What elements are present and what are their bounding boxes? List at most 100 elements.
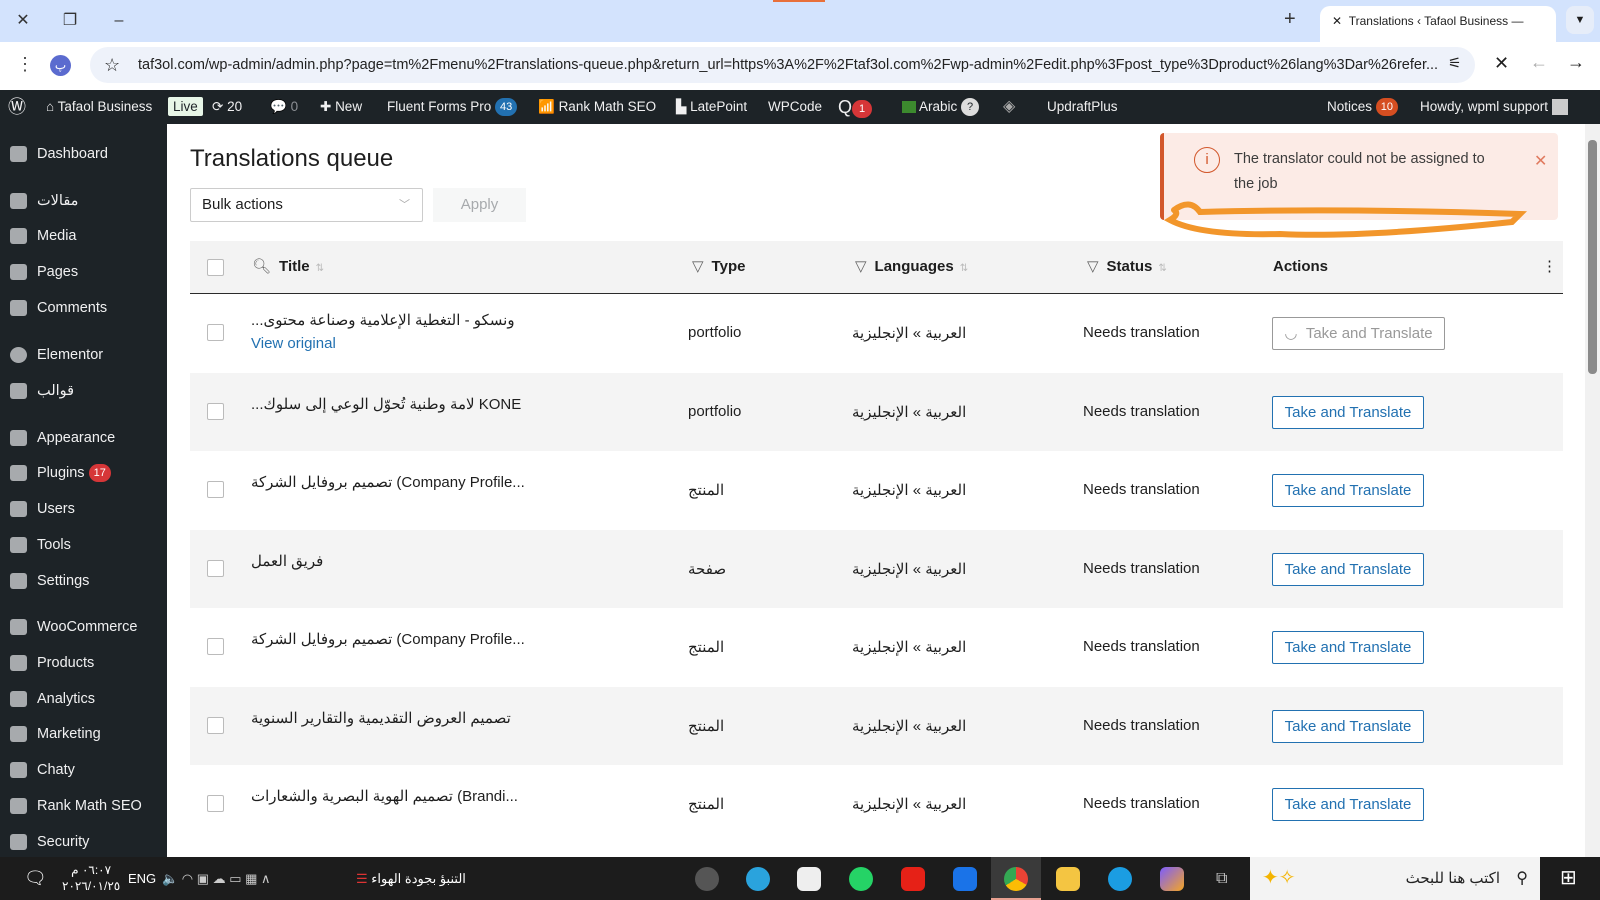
status-column-header[interactable]: ▽ Status ⇅ — [1087, 241, 1167, 295]
sidebar-item-appearance[interactable]: Appearance — [0, 423, 167, 453]
sort-icon[interactable]: ⇅ — [1158, 263, 1166, 274]
diamond-icon[interactable]: ◈ — [1003, 90, 1015, 124]
sidebar-item-dashboard[interactable]: Dashboard — [0, 139, 167, 169]
stop-loading-icon[interactable]: ✕ — [1494, 53, 1509, 74]
row-checkbox[interactable] — [207, 795, 224, 812]
apply-button[interactable]: Apply — [433, 188, 526, 222]
sidebar-item-plugins[interactable]: Plugins 17 — [0, 458, 167, 488]
take-and-translate-button[interactable]: Take and Translate — [1272, 709, 1424, 743]
sidebar-item-templates[interactable]: قوالب — [0, 376, 167, 406]
chatgpt-chrome-icon[interactable] — [695, 867, 719, 891]
row-checkbox[interactable] — [207, 402, 224, 420]
input-language[interactable]: ENG — [128, 857, 156, 900]
browser-tab[interactable]: ✕ Translations ‹ Tafaol Business — — [1320, 6, 1556, 42]
new-content-link[interactable]: ✚ New — [320, 90, 362, 124]
microsoft-store-icon[interactable] — [797, 867, 821, 891]
sidebar-item-products[interactable]: Products — [0, 648, 167, 678]
menu-dots-icon[interactable]: ⋮ — [16, 54, 34, 75]
sidebar-item-posts[interactable]: مقالات — [0, 186, 167, 216]
filter-icon[interactable]: ▽ — [1087, 258, 1099, 275]
tab-search-chevron-icon[interactable]: ▼ — [1566, 6, 1594, 34]
sidebar-item-woocommerce[interactable]: WooCommerce — [0, 612, 167, 642]
filter-icon[interactable]: ▽ — [855, 258, 867, 275]
title-column-header[interactable]: 🔍︎ Title ⇅ — [252, 241, 324, 295]
fluent-forms-link[interactable]: Fluent Forms Pro 43 — [387, 90, 518, 124]
row-checkbox[interactable] — [207, 324, 224, 341]
site-name-link[interactable]: ⌂ Tafaol Business — [46, 90, 152, 124]
column-options-icon[interactable]: ⋮ — [1542, 241, 1557, 293]
back-icon[interactable]: ← — [1530, 52, 1548, 73]
outlook-icon[interactable] — [953, 867, 977, 891]
row-checkbox[interactable] — [207, 481, 224, 498]
updates-link[interactable]: ⟳ 20 — [212, 90, 242, 124]
copilot-icon[interactable] — [1160, 867, 1184, 891]
bulk-actions-select[interactable]: Bulk actions ﹀ — [190, 188, 423, 222]
sidebar-item-marketing[interactable]: Marketing — [0, 719, 167, 749]
bookmark-star-icon[interactable]: ☆ — [104, 47, 120, 83]
row-checkbox[interactable] — [207, 716, 224, 734]
sidebar-item-analytics[interactable]: Analytics — [0, 684, 167, 714]
tab-close-icon[interactable]: ✕ — [1332, 14, 1349, 28]
file-explorer-icon[interactable] — [1056, 867, 1080, 891]
edge-icon[interactable] — [1108, 867, 1132, 891]
sidebar-item-users[interactable]: Users — [0, 494, 167, 524]
close-window-icon[interactable]: ✕ — [8, 8, 38, 34]
sidebar-item-chaty[interactable]: Chaty — [0, 755, 167, 785]
windows-start-icon[interactable]: ⊞ — [1560, 857, 1577, 900]
sidebar-item-security[interactable]: Security — [0, 827, 167, 857]
updraftplus-link[interactable]: UpdraftPlus — [1047, 90, 1118, 124]
row-title[interactable]: فريق العمل — [251, 552, 323, 570]
type-column-header[interactable]: ▽ Type — [692, 241, 745, 293]
restore-window-icon[interactable]: ❐ — [55, 8, 85, 34]
language-switcher[interactable]: Arabic ? — [902, 90, 980, 124]
youtube-icon[interactable] — [901, 867, 925, 891]
languages-column-header[interactable]: ▽ Languages ⇅ — [855, 241, 968, 295]
wpcode-link[interactable]: WPCode — [768, 90, 822, 124]
row-title[interactable]: ...ونسكو - التغطية الإعلامية وصناعة محتو… — [251, 311, 515, 329]
comments-link[interactable]: 💬 0 — [270, 90, 298, 124]
row-title[interactable]: تصميم بروفايل الشركة (Company Profile... — [251, 630, 525, 648]
close-notice-icon[interactable]: ✕ — [1534, 151, 1547, 171]
system-tray-icons[interactable]: 🔈 ◠ ▣ ☁ ▭ ▦ ∧ — [162, 857, 271, 900]
row-checkbox[interactable] — [207, 559, 224, 577]
take-and-translate-button[interactable]: Take and Translate — [1272, 552, 1424, 586]
filter-icon[interactable]: ▽ — [692, 258, 704, 275]
new-tab-button[interactable]: + — [1284, 8, 1296, 31]
url-input[interactable]: ☆ taf3ol.com/wp-admin/admin.php?page=tm%2… — [90, 47, 1475, 83]
whatsapp-icon[interactable] — [849, 867, 873, 891]
take-and-translate-button[interactable]: ◡ Take and Translate — [1272, 317, 1445, 350]
sidebar-item-pages[interactable]: Pages — [0, 257, 167, 287]
sidebar-item-tools[interactable]: Tools — [0, 530, 167, 560]
sort-icon[interactable]: ⇅ — [316, 263, 324, 274]
account-menu[interactable]: Howdy, wpml support — [1420, 90, 1568, 124]
sidebar-item-media[interactable]: Media — [0, 221, 167, 251]
rankmath-link[interactable]: 📶 Rank Math SEO — [538, 90, 656, 124]
forward-icon[interactable]: → — [1567, 52, 1585, 73]
notices-link[interactable]: Notices 10 — [1327, 90, 1399, 124]
taskbar-search-box[interactable]: ✦✧ اكتب هنا للبحث ⚲ — [1250, 857, 1540, 900]
telegram-icon[interactable] — [746, 867, 770, 891]
sort-icon[interactable]: ⇅ — [960, 263, 968, 274]
sidebar-item-elementor[interactable]: Elementor — [0, 340, 167, 370]
row-title[interactable]: تصميم الهوية البصرية والشعارات (Brandi..… — [251, 787, 518, 805]
take-and-translate-button[interactable]: Take and Translate — [1272, 395, 1424, 429]
sidebar-item-settings[interactable]: Settings — [0, 566, 167, 596]
row-title[interactable]: تصميم العروض التقديمية والتقارير السنوية — [251, 709, 511, 727]
select-all-checkbox[interactable] — [207, 259, 224, 276]
take-and-translate-button[interactable]: Take and Translate — [1272, 631, 1424, 664]
notifications-icon[interactable]: 🗨 — [24, 857, 47, 900]
take-and-translate-button[interactable]: Take and Translate — [1272, 474, 1424, 507]
row-title[interactable]: تصميم بروفايل الشركة (Company Profile... — [251, 473, 525, 491]
weather-widget[interactable]: ☰ التنبؤ بجودة الهواء — [356, 857, 466, 900]
search-icon[interactable]: 🔍︎ — [252, 258, 271, 275]
row-title[interactable]: ...لامة وطنية تُحوّل الوعي إلى سلوك KONE — [251, 395, 521, 413]
q-menu-link[interactable]: Q1 — [838, 90, 873, 124]
row-checkbox[interactable] — [207, 638, 224, 655]
task-view-icon[interactable]: ⧉ — [1216, 857, 1227, 900]
sidebar-item-comments[interactable]: Comments — [0, 293, 167, 323]
clock[interactable]: ٠٦:٠٧ م ٢٠٢٦/٠١/٢٥ — [62, 857, 120, 900]
sidebar-item-rankmath[interactable]: Rank Math SEO — [0, 791, 167, 821]
profile-avatar[interactable]: پ — [50, 55, 71, 76]
wordpress-logo-icon[interactable]: Ⓦ — [8, 90, 26, 124]
minimize-window-icon[interactable]: – — [104, 8, 134, 34]
